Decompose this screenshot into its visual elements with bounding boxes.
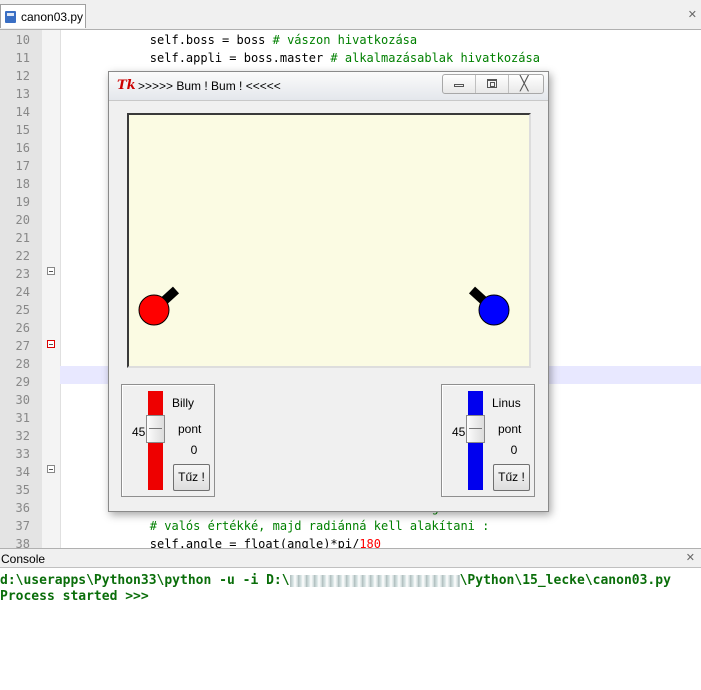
code-token: self.appli = boss.master xyxy=(92,51,331,65)
line-number: 17 xyxy=(15,159,30,173)
console-command-suffix: \Python\15_lecke\canon03.py xyxy=(459,573,671,588)
console-header: Console ✕ xyxy=(0,548,701,568)
player-panel-linus: 45 Linus pont 0 Tűz ! xyxy=(441,384,535,497)
line-number: 27 xyxy=(15,339,30,353)
left-cannon xyxy=(138,294,170,326)
line-number: 35 xyxy=(15,483,30,497)
console-line-command: d:\userapps\Python33\python -u -i D:\ \Py… xyxy=(0,573,671,588)
code-token: self.boss = boss xyxy=(92,33,273,47)
editor-tab-bar: canon03.py ✕ xyxy=(0,0,701,30)
right-cannon xyxy=(478,294,510,326)
minimize-button[interactable] xyxy=(443,75,476,93)
score-label: pont xyxy=(498,422,522,436)
close-icon: ╳ xyxy=(520,76,529,92)
score-value: 0 xyxy=(510,443,518,457)
line-number: 18 xyxy=(15,177,30,191)
code-token: # alkalmazásablak hivatkozása xyxy=(330,51,540,65)
console-title: Console xyxy=(1,552,46,566)
line-number: 24 xyxy=(15,285,30,299)
line-number: 33 xyxy=(15,447,30,461)
console-command-prefix: d:\userapps\Python33\python -u -i D:\ xyxy=(0,573,290,588)
close-tab-icon[interactable]: ✕ xyxy=(688,8,697,21)
fold-toggle-icon[interactable] xyxy=(47,340,55,348)
fire-button-billy[interactable]: Tűz ! xyxy=(173,464,210,491)
angle-value: 45 xyxy=(132,425,146,439)
line-number: 19 xyxy=(15,195,30,209)
angle-slider-thumb[interactable] xyxy=(146,415,165,443)
line-number: 10 xyxy=(15,33,30,47)
game-canvas-frame xyxy=(127,113,531,368)
fold-toggle-icon[interactable] xyxy=(47,267,55,275)
tab-canon03[interactable]: canon03.py xyxy=(0,4,86,28)
line-number: 13 xyxy=(15,87,30,101)
code-token: # vászon hivatkozása xyxy=(272,33,418,47)
score-value: 0 xyxy=(190,443,198,457)
line-number: 14 xyxy=(15,105,30,119)
tab-label: canon03.py xyxy=(21,10,84,24)
line-number: 20 xyxy=(15,213,30,227)
line-number: 12 xyxy=(15,69,30,83)
line-number: 21 xyxy=(15,231,30,245)
python-file-icon xyxy=(5,11,16,23)
redacted-path xyxy=(289,574,460,587)
tk-feather-icon: Tk xyxy=(117,78,136,93)
fold-toggle-icon[interactable] xyxy=(47,465,55,473)
line-number: 32 xyxy=(15,429,30,443)
score-label: pont xyxy=(178,422,202,436)
code-token: 180 xyxy=(359,537,381,548)
line-number: 23 xyxy=(15,267,30,281)
code-line: self.angle = float(angle)*pi/180 xyxy=(92,535,381,548)
window-title: >>>>> Bum ! Bum ! <<<<< xyxy=(138,79,281,93)
console-line-status: Process started >>> xyxy=(0,589,149,604)
line-number: 28 xyxy=(15,357,30,371)
console-output[interactable]: d:\userapps\Python33\python -u -i D:\ \Py… xyxy=(0,568,701,690)
code-line: self.boss = boss # vászon hivatkozása xyxy=(92,31,417,49)
line-number: 11 xyxy=(15,51,30,65)
line-number: 37 xyxy=(15,519,30,533)
canvas-background xyxy=(129,115,529,366)
line-number: 34 xyxy=(15,465,30,479)
code-line: # valós értékké, majd radiánná kell alak… xyxy=(92,517,490,535)
close-window-button[interactable]: ╳ xyxy=(509,75,543,93)
angle-slider-thumb[interactable] xyxy=(466,415,485,443)
line-number: 26 xyxy=(15,321,30,335)
line-number: 36 xyxy=(15,501,30,515)
code-line: self.appli = boss.master # alkalmazásabl… xyxy=(92,49,540,67)
line-number: 16 xyxy=(15,141,30,155)
fire-button-linus[interactable]: Tűz ! xyxy=(493,464,530,491)
tk-app-window: Tk >>>>> Bum ! Bum ! <<<<< ╳ 45 Billy po… xyxy=(108,71,549,512)
player-name: Billy xyxy=(172,396,195,410)
window-controls: ╳ xyxy=(442,74,544,94)
game-canvas[interactable] xyxy=(129,115,529,366)
angle-value: 45 xyxy=(452,425,466,439)
code-token: # valós értékké, majd radiánná kell alak… xyxy=(149,519,490,533)
line-number: 22 xyxy=(15,249,30,263)
code-token: self.angle = float(angle)*pi/ xyxy=(92,537,360,548)
minimize-icon xyxy=(454,84,464,87)
line-number: 38 xyxy=(15,537,30,548)
player-name: Linus xyxy=(492,396,521,410)
maximize-icon xyxy=(487,79,497,88)
line-number: 15 xyxy=(15,123,30,137)
close-console-icon[interactable]: ✕ xyxy=(686,551,695,564)
line-number: 25 xyxy=(15,303,30,317)
line-number: 30 xyxy=(15,393,30,407)
player-panel-billy: 45 Billy pont 0 Tűz ! xyxy=(121,384,215,497)
maximize-button[interactable] xyxy=(476,75,509,93)
line-number: 31 xyxy=(15,411,30,425)
line-number: 29 xyxy=(15,375,30,389)
window-titlebar[interactable]: Tk >>>>> Bum ! Bum ! <<<<< ╳ xyxy=(109,72,548,101)
